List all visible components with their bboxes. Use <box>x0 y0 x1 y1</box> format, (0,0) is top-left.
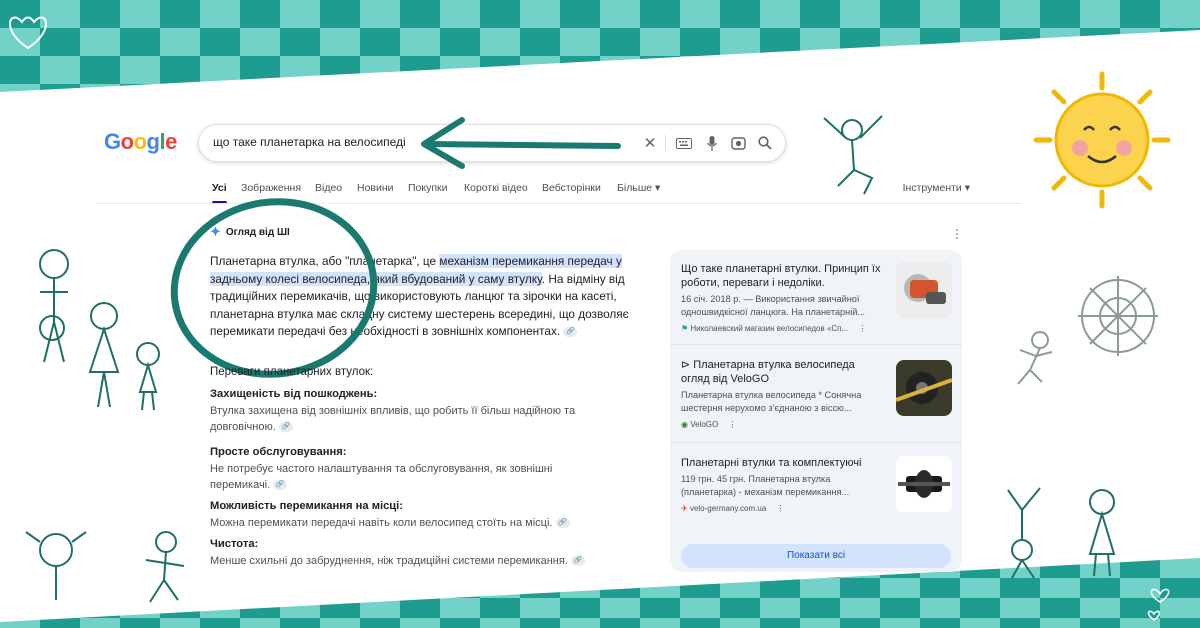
sources-panel: Що таке планетарні втулки. Принцип їх ро… <box>670 250 962 572</box>
advantage-title: Захищеність від пошкоджень: <box>210 388 378 400</box>
google-logo[interactable]: Google <box>104 129 177 155</box>
source-card[interactable]: ⊳ Планетарна втулка велосипеда огляд від… <box>681 358 953 429</box>
advantage-item: Захищеність від пошкоджень: Втулка захищ… <box>210 388 650 435</box>
source-site-name: Николаевский магазин велосипедов «Сп... <box>690 324 849 333</box>
card-divider <box>670 442 962 443</box>
link-chip-icon[interactable]: 🔗 <box>570 556 585 567</box>
advantage-desc: Не потребує частого налаштування та обсл… <box>210 463 553 491</box>
source-thumbnail[interactable] <box>896 360 952 416</box>
tab-more[interactable]: Більше ▾ <box>617 182 660 194</box>
source-thumbnail[interactable] <box>896 456 952 512</box>
advantage-title: Чистота: <box>210 538 259 550</box>
advantage-item: Можливість перемикання на місці: Можна п… <box>210 500 650 531</box>
advantage-desc: Втулка захищена від зовнішніх впливів, щ… <box>210 405 576 433</box>
source-site[interactable]: ⚑ Николаевский магазин велосипедов «Сп..… <box>681 324 953 333</box>
tab-webpages[interactable]: Вебсторінки <box>542 182 601 194</box>
source-thumbnail[interactable] <box>896 262 952 318</box>
source-snippet: 16 січ. 2018 р. — Використання звичайної… <box>681 294 866 317</box>
decorative-checker-band-top <box>0 0 1200 92</box>
more-options-icon[interactable]: ⋮ <box>951 227 963 241</box>
advantage-desc: Можна перемикати передачі навіть коли ве… <box>210 517 553 529</box>
heart-doodle-icon <box>9 16 47 50</box>
annotation-circle-icon <box>170 198 378 378</box>
microphone-icon[interactable] <box>703 134 721 152</box>
advantage-desc: Менше схильні до забруднення, ніж традиц… <box>210 555 568 567</box>
source-site-name: velo-germany.com.ua <box>689 504 767 513</box>
source-site-name: VeloGO <box>690 420 719 429</box>
link-chip-icon[interactable]: 🔗 <box>278 422 293 433</box>
tab-short-videos[interactable]: Короткі відео <box>464 182 528 194</box>
link-chip-icon[interactable]: 🔗 <box>273 480 288 491</box>
advantages-heading: Переваги планетарних втулок: <box>210 366 374 378</box>
link-chip-icon[interactable]: 🔗 <box>563 326 578 337</box>
advantage-item: Просте обслуговування: Не потребує часто… <box>210 446 650 493</box>
small-hearts-doodle-icon <box>1147 588 1170 621</box>
card-divider <box>670 344 962 345</box>
search-input[interactable]: що таке планетарка на велосипеді <box>213 135 406 149</box>
link-chip-icon[interactable]: 🔗 <box>555 518 570 529</box>
tools-button[interactable]: Інструменти ▾ <box>903 182 970 194</box>
sun-doodle-icon <box>1033 71 1171 209</box>
source-title[interactable]: Що таке планетарні втулки. Принцип їх ро… <box>681 262 886 290</box>
search-divider <box>665 135 666 151</box>
source-snippet: Планетарна втулка велосипеда * Сонячна ш… <box>681 390 862 413</box>
search-icon[interactable] <box>756 134 774 152</box>
annotation-arrow-icon <box>421 117 621 169</box>
source-card[interactable]: Планетарні втулки та комплектуючі 119 гр… <box>681 456 953 513</box>
source-title[interactable]: Планетарні втулки та комплектуючі <box>681 456 886 470</box>
show-all-button[interactable]: Показати всі <box>681 544 951 568</box>
google-results-page: Google що таке планетарка на велосипеді … <box>96 112 1026 572</box>
lens-camera-icon[interactable] <box>729 134 747 152</box>
advantage-title: Можливість перемикання на місці: <box>210 500 404 512</box>
source-card[interactable]: Що таке планетарні втулки. Принцип їх ро… <box>681 262 953 333</box>
source-snippet: 119 грн. 45 грн. Планетарна втулка (план… <box>681 474 850 497</box>
keyboard-icon[interactable] <box>675 134 693 152</box>
advantage-title: Просте обслуговування: <box>210 446 347 458</box>
source-site[interactable]: ◉ VeloGO ⋮ <box>681 420 953 429</box>
source-title[interactable]: ⊳ Планетарна втулка велосипеда огляд від… <box>681 358 886 386</box>
tab-shopping[interactable]: Покупки <box>408 182 448 194</box>
clear-icon[interactable]: ✕ <box>641 134 659 152</box>
advantage-item: Чистота: Менше схильні до забруднення, н… <box>210 538 650 569</box>
